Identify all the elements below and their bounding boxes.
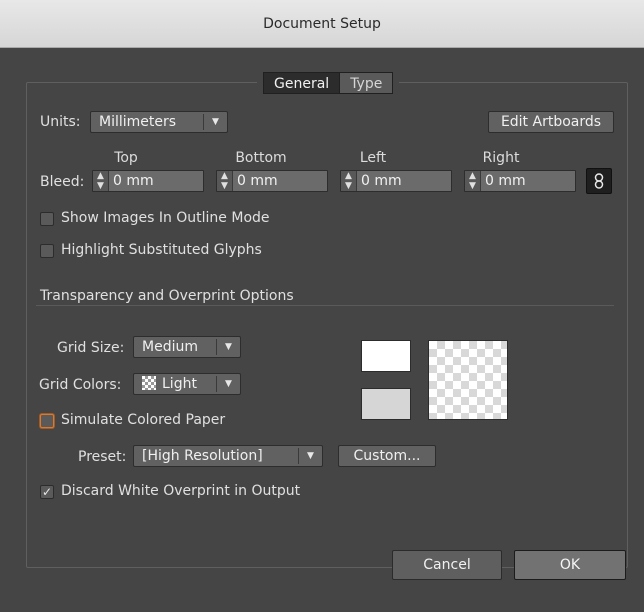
checkerboard-icon xyxy=(142,376,156,390)
bleed-top-field[interactable]: ▲ ▼ 0 mm xyxy=(92,170,204,192)
show-images-outline-label: Show Images In Outline Mode xyxy=(61,210,270,226)
section-divider xyxy=(36,305,614,306)
title-bar: Document Setup xyxy=(0,0,644,48)
highlight-glyphs-label: Highlight Substituted Glyphs xyxy=(61,242,262,258)
grid-size-value: Medium xyxy=(142,339,198,355)
bleed-left-field[interactable]: ▲ ▼ 0 mm xyxy=(340,170,452,192)
discard-white-checkbox[interactable]: ✓ xyxy=(40,485,54,499)
highlight-glyphs-checkbox[interactable] xyxy=(40,244,54,258)
chain-link-icon xyxy=(594,173,604,189)
tab-bar: General Type xyxy=(257,72,400,94)
grid-color-swatch-top[interactable] xyxy=(361,340,411,372)
stepper-arrows-icon[interactable]: ▲ ▼ xyxy=(93,171,109,191)
bleed-right-field[interactable]: ▲ ▼ 0 mm xyxy=(464,170,576,192)
units-label: Units: xyxy=(40,114,81,130)
grid-colors-label: Grid Colors: xyxy=(39,377,122,393)
grid-colors-dropdown[interactable]: Light ▼ xyxy=(133,373,241,395)
units-dropdown[interactable]: Millimeters ▼ xyxy=(90,111,228,133)
checkmark-icon: ✓ xyxy=(41,485,53,499)
discard-white-label: Discard White Overprint in Output xyxy=(61,483,301,499)
bleed-left-header: Left xyxy=(359,150,387,166)
bleed-bottom-field[interactable]: ▲ ▼ 0 mm xyxy=(216,170,328,192)
custom-button[interactable]: Custom... xyxy=(338,445,436,467)
cancel-button[interactable]: Cancel xyxy=(392,550,502,580)
grid-size-dropdown[interactable]: Medium ▼ xyxy=(133,336,241,358)
show-images-outline-checkbox[interactable] xyxy=(40,212,54,226)
transparency-heading: Transparency and Overprint Options xyxy=(40,288,294,304)
chevron-down-icon: ▼ xyxy=(216,339,240,355)
units-value: Millimeters xyxy=(99,114,177,130)
tab-type[interactable]: Type xyxy=(340,72,394,94)
grid-colors-value: Light xyxy=(162,376,197,392)
bleed-label: Bleed: xyxy=(40,174,85,190)
bleed-bottom-header: Bottom xyxy=(235,150,287,166)
stepper-arrows-icon[interactable]: ▲ ▼ xyxy=(465,171,481,191)
grid-size-label: Grid Size: xyxy=(57,340,125,356)
preset-label: Preset: xyxy=(78,449,127,465)
chevron-down-icon: ▼ xyxy=(216,376,240,392)
ok-button[interactable]: OK xyxy=(514,550,626,580)
stepper-arrows-icon[interactable]: ▲ ▼ xyxy=(341,171,357,191)
bleed-top-header: Top xyxy=(114,150,138,166)
tab-general[interactable]: General xyxy=(263,72,341,94)
link-bleed-button[interactable] xyxy=(586,168,612,194)
transparency-grid-preview xyxy=(428,340,508,420)
document-setup-dialog: General Type Units: Millimeters ▼ Edit A… xyxy=(0,48,644,612)
stepper-arrows-icon[interactable]: ▲ ▼ xyxy=(217,171,233,191)
chevron-down-icon: ▼ xyxy=(203,114,227,130)
preset-dropdown[interactable]: [High Resolution] ▼ xyxy=(133,445,323,467)
simulate-paper-label: Simulate Colored Paper xyxy=(61,412,226,428)
preset-value: [High Resolution] xyxy=(142,448,263,464)
edit-artboards-button[interactable]: Edit Artboards xyxy=(488,111,614,133)
bleed-right-header: Right xyxy=(482,150,520,166)
simulate-paper-checkbox[interactable] xyxy=(40,414,54,428)
window-title: Document Setup xyxy=(263,16,381,32)
grid-color-swatch-bottom[interactable] xyxy=(361,388,411,420)
chevron-down-icon: ▼ xyxy=(298,448,322,464)
